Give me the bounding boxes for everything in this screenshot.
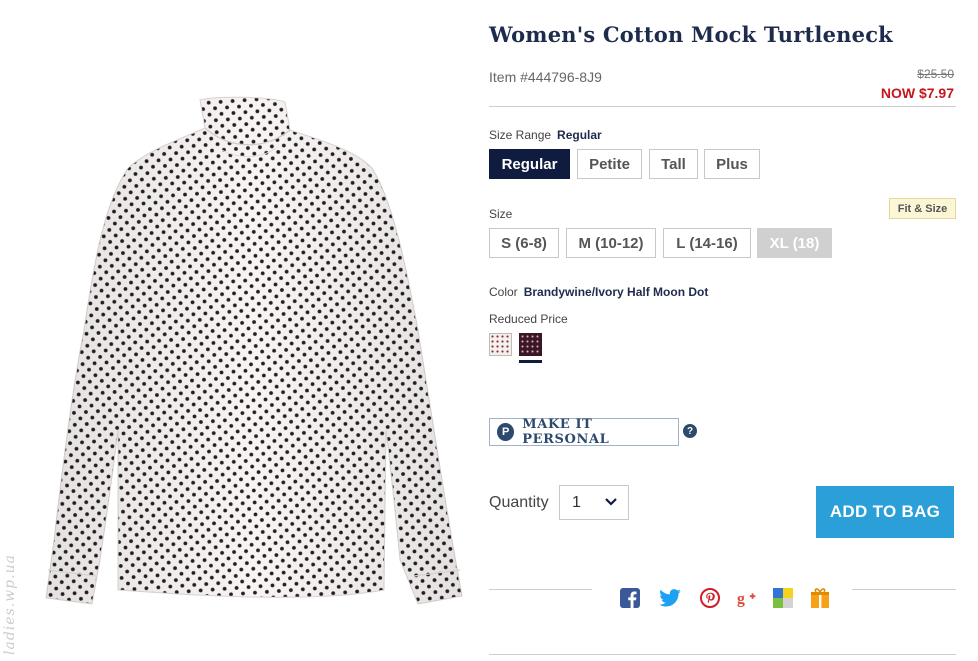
color-label: Color Brandywine/Ivory Half Moon Dot (489, 285, 709, 299)
bottom-divider (489, 654, 956, 655)
twitter-icon[interactable] (659, 587, 681, 609)
original-price: $25.50 (917, 67, 954, 81)
quantity-select[interactable]: 1 (559, 485, 629, 520)
personalize-p-icon: P (497, 423, 515, 441)
size-range-label: Size Range Regular (489, 128, 602, 142)
size-range-petite-button[interactable]: Petite (577, 149, 642, 179)
chevron-down-icon (605, 498, 617, 506)
size-l-button[interactable]: L (14-16) (663, 228, 751, 258)
size-range-regular-button[interactable]: Regular (489, 149, 570, 179)
divider (489, 106, 956, 107)
ivory-dot-swatch[interactable] (489, 333, 512, 356)
make-it-personal-label: MAKE IT PERSONAL (522, 417, 610, 447)
quantity-value: 1 (572, 493, 581, 511)
sale-price: NOW $7.97 (880, 85, 954, 101)
selected-swatch-indicator (519, 360, 542, 363)
gift-icon[interactable] (809, 587, 831, 609)
add-to-bag-button[interactable]: ADD TO BAG (816, 486, 954, 538)
share-divider-right (852, 589, 956, 590)
fit-size-link[interactable]: Fit & Size (889, 198, 956, 219)
facebook-icon[interactable] (619, 587, 641, 609)
make-it-personal-button[interactable]: P MAKE IT PERSONAL (489, 417, 679, 447)
size-range-plus-button[interactable]: Plus (704, 149, 760, 179)
color-selected-name: Brandywine/Ivory Half Moon Dot (523, 285, 709, 299)
google-plus-icon[interactable]: g (737, 587, 759, 609)
size-range-selected: Regular (557, 128, 602, 142)
svg-text:g: g (737, 591, 745, 608)
brandywine-dot-swatch[interactable] (519, 333, 542, 356)
help-icon[interactable]: ? (683, 424, 697, 438)
delicious-icon[interactable] (772, 587, 794, 609)
turtleneck-illustration (45, 96, 463, 605)
product-title: Women's Cotton Mock Turtleneck (489, 22, 893, 47)
size-m-button[interactable]: M (10-12) (566, 228, 656, 258)
size-xl-button[interactable]: XL (18) (757, 228, 832, 258)
reduced-price-label: Reduced Price (489, 312, 568, 326)
watermark-text: ladies.wp.ua (2, 554, 18, 655)
quantity-label: Quantity (489, 494, 549, 511)
share-divider-left (489, 589, 592, 590)
item-number: Item #444796-8J9 (489, 69, 602, 85)
pinterest-icon[interactable] (699, 587, 721, 609)
size-label: Size (489, 207, 513, 221)
size-s-button[interactable]: S (6-8) (489, 228, 559, 258)
size-range-tall-button[interactable]: Tall (649, 149, 698, 179)
product-image: ladies.wp.ua (0, 0, 480, 661)
